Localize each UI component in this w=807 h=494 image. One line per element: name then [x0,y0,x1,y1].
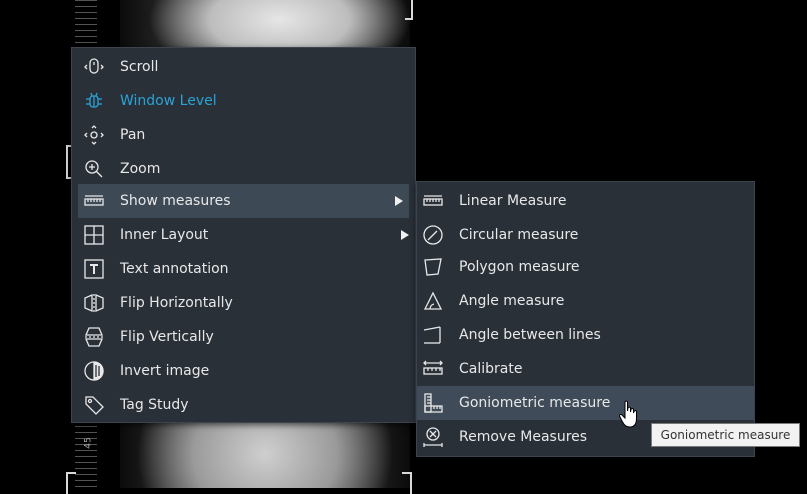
tooltip: Goniometric measure [651,423,800,447]
linear-ruler-icon [421,189,445,213]
ruler-icon [82,189,106,213]
calibrate-icon [421,357,445,381]
submenu-item-circular-measure[interactable]: Circular measure [417,218,754,252]
menu-item-label: Zoom [120,161,161,177]
angle-icon [421,289,445,313]
submenu-item-angle-measure[interactable]: Angle measure [417,284,754,318]
menu-item-scroll[interactable]: Scroll [78,50,415,84]
menu-item-label: Scroll [120,59,159,75]
ruler-number: 45 [83,437,94,449]
menu-item-label: Tag Study [120,397,189,413]
submenu-arrow-icon [401,230,409,240]
mouse-scroll-icon [82,55,106,79]
flip-horizontal-icon [82,291,106,315]
text-annotation-icon [82,257,106,281]
tooltip-text: Goniometric measure [660,428,791,442]
submenu-item-calibrate[interactable]: Calibrate [417,352,754,386]
menu-item-invert-image[interactable]: Invert image [78,354,415,388]
pan-icon [82,123,106,147]
submenu-item-label: Remove Measures [459,429,588,445]
submenu-item-angle-between-lines[interactable]: Angle between lines [417,318,754,352]
submenu-item-label: Linear Measure [459,193,567,209]
menu-item-label: Window Level [120,93,217,109]
menu-item-label: Pan [120,127,146,143]
menu-item-label: Flip Vertically [120,329,214,345]
submenu-item-label: Calibrate [459,361,523,377]
menu-item-label: Inner Layout [120,227,209,243]
layout-grid-icon [82,223,106,247]
circle-measure-icon [421,223,445,247]
measures-submenu: Linear Measure Circular measure Polygon … [416,181,755,457]
submenu-item-goniometric-measure[interactable]: Goniometric measure [417,386,754,420]
invert-icon [82,359,106,383]
menu-item-label: Show measures [120,193,231,209]
polygon-icon [421,255,445,279]
menu-item-label: Text annotation [120,261,229,277]
menu-item-window-level[interactable]: Window Level [78,84,415,118]
menu-item-show-measures[interactable]: Show measures [78,184,409,218]
context-menu: Scroll Window Level Pan Zoom Show measur… [71,47,416,423]
window-level-icon [82,89,106,113]
submenu-item-label: Angle measure [459,293,565,309]
remove-measures-icon [421,425,445,449]
menu-item-pan[interactable]: Pan [78,118,415,152]
submenu-item-label: Angle between lines [459,327,601,343]
submenu-arrow-icon [395,196,403,206]
submenu-item-label: Polygon measure [459,259,580,275]
corner-bracket [402,472,412,494]
tag-icon [82,393,106,417]
menu-item-label: Invert image [120,363,210,379]
menu-item-zoom[interactable]: Zoom [78,152,415,186]
submenu-item-polygon-measure[interactable]: Polygon measure [417,250,754,284]
flip-vertical-icon [82,325,106,349]
submenu-item-label: Circular measure [459,227,579,243]
menu-item-flip-horizontally[interactable]: Flip Horizontally [78,286,415,320]
corner-bracket [66,472,76,494]
angle-lines-icon [421,323,445,347]
submenu-item-linear-measure[interactable]: Linear Measure [417,184,754,218]
menu-item-inner-layout[interactable]: Inner Layout [78,218,415,252]
corner-bracket [405,0,413,20]
menu-item-text-annotation[interactable]: Text annotation [78,252,415,286]
zoom-icon [82,157,106,181]
menu-item-label: Flip Horizontally [120,295,233,311]
menu-item-tag-study[interactable]: Tag Study [78,388,415,422]
hand-cursor-icon [618,400,637,428]
goniometric-icon [421,391,445,415]
submenu-item-label: Goniometric measure [459,395,611,411]
menu-item-flip-vertically[interactable]: Flip Vertically [78,320,415,354]
